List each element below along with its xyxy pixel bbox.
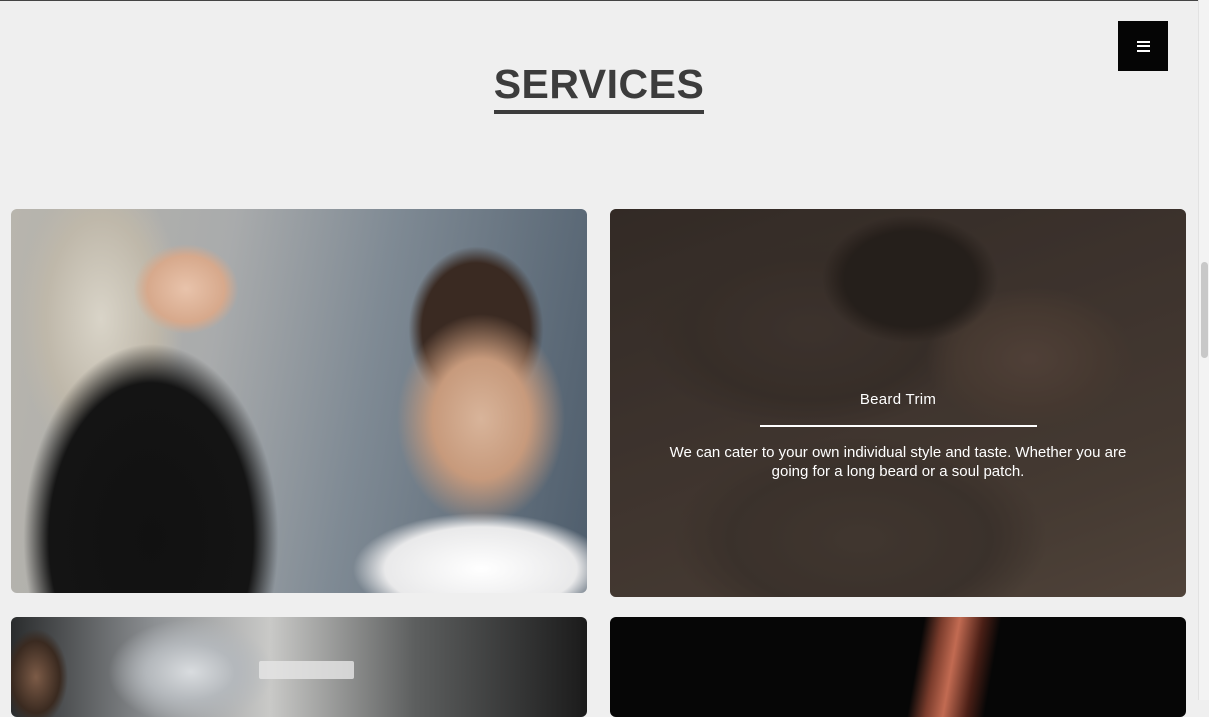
top-border (0, 0, 1209, 1)
section-title: SERVICES (493, 60, 705, 114)
haircut-photo (11, 209, 587, 593)
hamburger-menu-icon (1136, 40, 1150, 52)
card-divider (759, 425, 1037, 427)
service-card-barber[interactable] (610, 617, 1186, 717)
card-title: Beard Trim (859, 391, 937, 408)
scrollbar-thumb[interactable] (1201, 262, 1208, 358)
card-description: We can cater to your own individual styl… (669, 444, 1127, 480)
card-content: Beard Trim We can cater to your own indi… (610, 391, 1186, 481)
service-card-beard-trim[interactable]: Beard Trim We can cater to your own indi… (610, 209, 1186, 597)
service-card-haircut[interactable] (11, 209, 587, 593)
photo-detail (259, 661, 354, 679)
service-card-styling[interactable] (11, 617, 587, 717)
barber-photo (610, 617, 1186, 717)
section-header: SERVICES (0, 60, 1198, 114)
